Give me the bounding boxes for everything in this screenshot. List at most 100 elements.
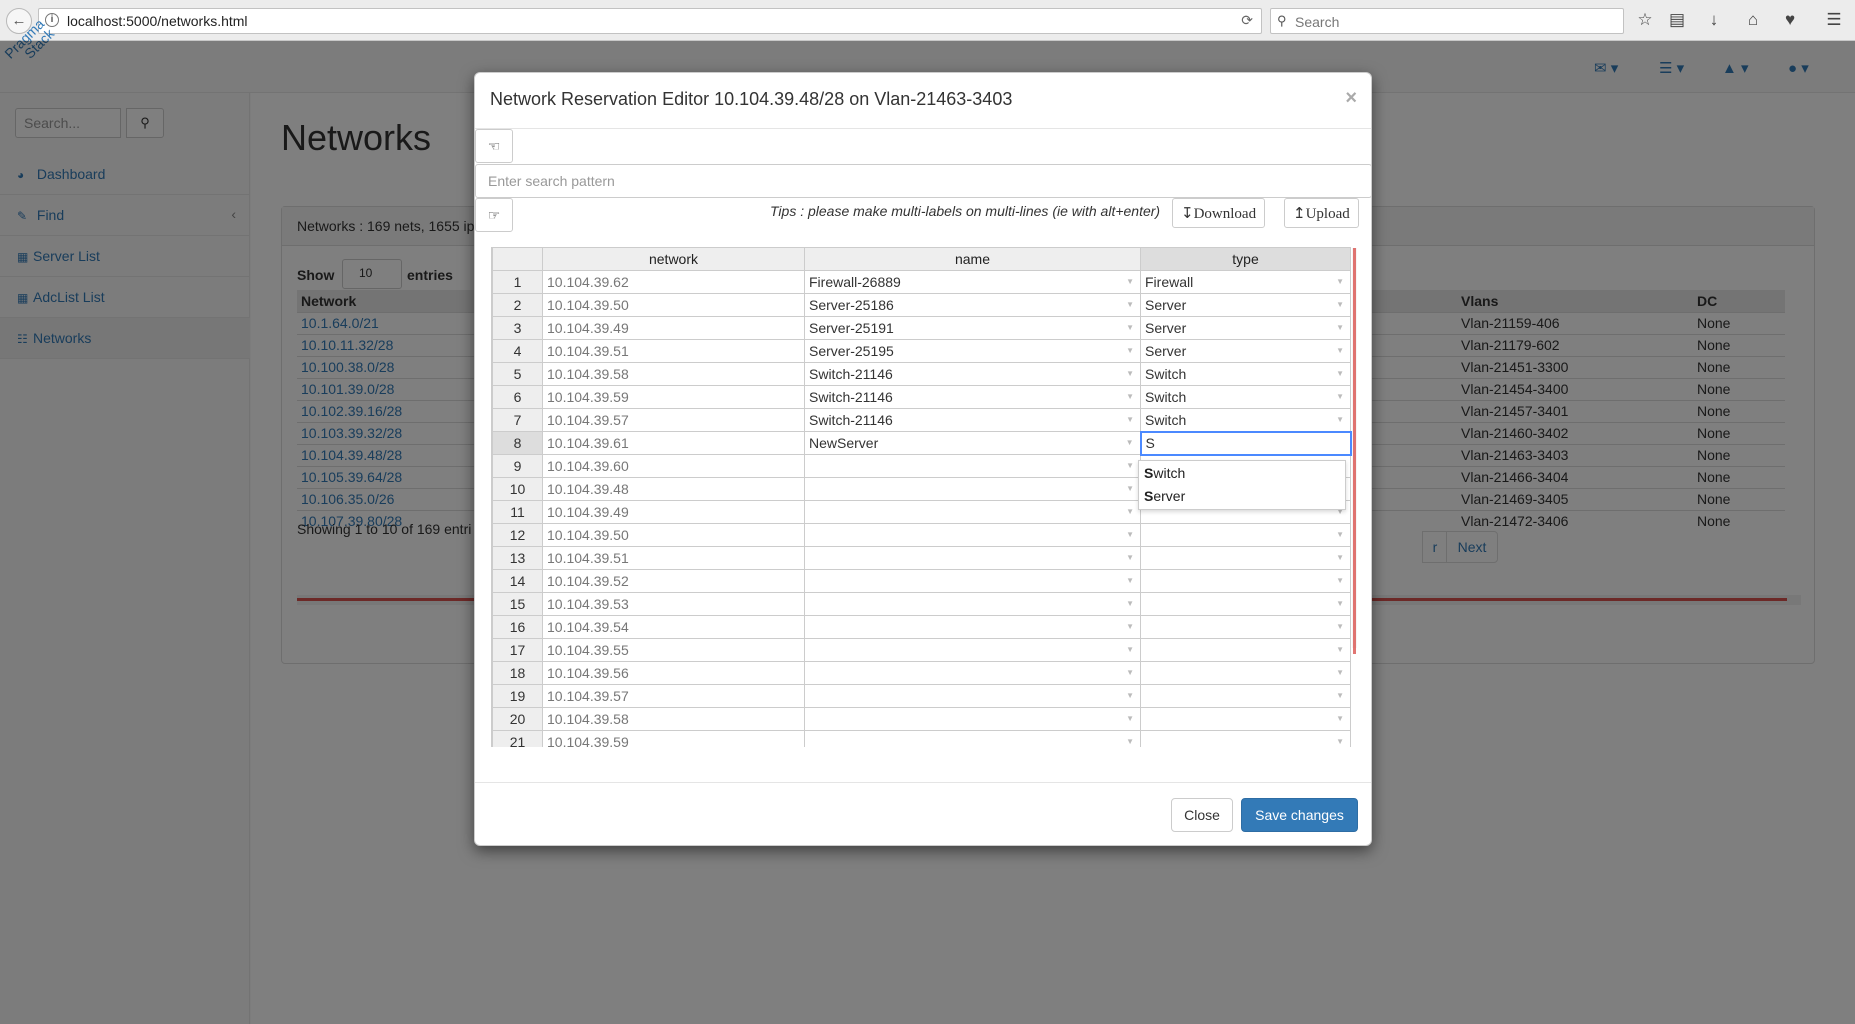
row-number[interactable]: 20 xyxy=(492,707,543,731)
network-cell[interactable]: 10.104.39.55 xyxy=(542,638,805,662)
name-cell[interactable]: ▼ xyxy=(804,638,1141,662)
name-cell[interactable]: Server-25186 ▼ xyxy=(804,293,1141,317)
network-cell[interactable]: 10.104.39.58 xyxy=(542,707,805,731)
name-cell[interactable]: NewServer ▼ xyxy=(804,431,1141,455)
dropdown-arrow-icon[interactable]: ▼ xyxy=(1336,576,1344,585)
dropdown-arrow-icon[interactable]: ▼ xyxy=(1336,300,1344,309)
pocket-icon[interactable]: ♥ xyxy=(1779,10,1801,30)
column-header-type[interactable]: type xyxy=(1140,247,1351,271)
upload-button[interactable]: ↥Upload xyxy=(1284,198,1359,228)
dropdown-arrow-icon[interactable]: ▼ xyxy=(1126,622,1134,631)
row-number[interactable]: 3 xyxy=(492,316,543,340)
network-cell[interactable]: 10.104.39.54 xyxy=(542,615,805,639)
row-number[interactable]: 13 xyxy=(492,546,543,570)
name-cell[interactable]: Server-25191 ▼ xyxy=(804,316,1141,340)
name-cell[interactable]: Server-25195 ▼ xyxy=(804,339,1141,363)
type-cell[interactable]: ▼ xyxy=(1140,592,1351,616)
row-number[interactable]: 6 xyxy=(492,385,543,409)
name-cell[interactable]: ▼ xyxy=(804,546,1141,570)
type-cell[interactable]: ▼ xyxy=(1140,638,1351,662)
network-cell[interactable]: 10.104.39.50 xyxy=(542,523,805,547)
column-header-name[interactable]: name xyxy=(804,247,1141,271)
home-icon[interactable]: ⌂ xyxy=(1742,10,1764,30)
menu-icon[interactable]: ☰ xyxy=(1823,10,1845,30)
dropdown-arrow-icon[interactable]: ▼ xyxy=(1336,323,1344,332)
network-cell[interactable]: 10.104.39.48 xyxy=(542,477,805,501)
type-cell[interactable]: Server ▼ xyxy=(1140,293,1351,317)
row-number[interactable]: 7 xyxy=(492,408,543,432)
reload-icon[interactable]: ⟳ xyxy=(1241,12,1253,29)
dropdown-arrow-icon[interactable]: ▼ xyxy=(1126,346,1134,355)
type-cell[interactable]: ▼ xyxy=(1140,730,1351,747)
row-number[interactable]: 21 xyxy=(492,730,543,747)
dropdown-arrow-icon[interactable]: ▼ xyxy=(1126,714,1134,723)
dropdown-arrow-icon[interactable]: ▼ xyxy=(1126,323,1134,332)
autocomplete-option-switch[interactable]: Switch xyxy=(1144,465,1185,481)
row-number[interactable]: 11 xyxy=(492,500,543,524)
network-cell[interactable]: 10.104.39.51 xyxy=(542,339,805,363)
corner-header[interactable] xyxy=(492,247,543,271)
dropdown-arrow-icon[interactable]: ▼ xyxy=(1336,369,1344,378)
column-header-network[interactable]: network xyxy=(542,247,805,271)
name-cell[interactable]: ▼ xyxy=(804,500,1141,524)
network-cell[interactable]: 10.104.39.49 xyxy=(542,500,805,524)
type-cell[interactable]: ▼ xyxy=(1140,684,1351,708)
row-number[interactable]: 15 xyxy=(492,592,543,616)
dropdown-arrow-icon[interactable]: ▼ xyxy=(1126,576,1134,585)
name-cell[interactable]: ▼ xyxy=(804,615,1141,639)
name-cell[interactable]: ▼ xyxy=(804,707,1141,731)
name-cell[interactable]: Switch-21146 ▼ xyxy=(804,385,1141,409)
network-cell[interactable]: 10.104.39.57 xyxy=(542,684,805,708)
name-cell[interactable]: ▼ xyxy=(804,454,1141,478)
dropdown-arrow-icon[interactable]: ▼ xyxy=(1336,553,1344,562)
name-cell[interactable]: Firewall-26889 ▼ xyxy=(804,270,1141,294)
network-cell[interactable]: 10.104.39.59 xyxy=(542,385,805,409)
download-icon[interactable]: ↓ xyxy=(1703,10,1725,30)
hand-left-button[interactable]: ☜ xyxy=(475,129,513,163)
row-number[interactable]: 1 xyxy=(492,270,543,294)
search-pattern-input[interactable]: Enter search pattern xyxy=(475,164,1372,198)
hand-right-button[interactable]: ☞ xyxy=(475,198,513,232)
bookmark-star-icon[interactable]: ☆ xyxy=(1634,10,1656,30)
network-cell[interactable]: 10.104.39.49 xyxy=(542,316,805,340)
network-cell[interactable]: 10.104.39.50 xyxy=(542,293,805,317)
name-cell[interactable]: ▼ xyxy=(804,730,1141,747)
dropdown-arrow-icon[interactable]: ▼ xyxy=(1126,645,1134,654)
url-bar[interactable]: i localhost:5000/networks.html ⟳ xyxy=(38,8,1262,34)
dropdown-arrow-icon[interactable]: ▼ xyxy=(1126,415,1134,424)
save-changes-button[interactable]: Save changes xyxy=(1241,798,1358,832)
dropdown-arrow-icon[interactable]: ▼ xyxy=(1126,553,1134,562)
close-button[interactable]: Close xyxy=(1171,798,1233,832)
dropdown-arrow-icon[interactable]: ▼ xyxy=(1126,599,1134,608)
row-number[interactable]: 2 xyxy=(492,293,543,317)
dropdown-arrow-icon[interactable]: ▼ xyxy=(1336,277,1344,286)
browser-search-field[interactable]: ⚲ Search xyxy=(1270,8,1624,34)
dropdown-arrow-icon[interactable]: ▼ xyxy=(1126,461,1134,470)
name-cell[interactable]: ▼ xyxy=(804,477,1141,501)
network-cell[interactable]: 10.104.39.62 xyxy=(542,270,805,294)
network-cell[interactable]: 10.104.39.51 xyxy=(542,546,805,570)
dropdown-arrow-icon[interactable]: ▼ xyxy=(1336,530,1344,539)
type-cell[interactable]: Server ▼ xyxy=(1140,316,1351,340)
type-cell[interactable]: Server ▼ xyxy=(1140,339,1351,363)
dropdown-arrow-icon[interactable]: ▼ xyxy=(1126,668,1134,677)
row-number[interactable]: 5 xyxy=(492,362,543,386)
row-number[interactable]: 12 xyxy=(492,523,543,547)
dropdown-arrow-icon[interactable]: ▼ xyxy=(1336,415,1344,424)
row-number[interactable]: 19 xyxy=(492,684,543,708)
network-cell[interactable]: 10.104.39.60 xyxy=(542,454,805,478)
type-cell[interactable]: ▼ xyxy=(1140,523,1351,547)
type-cell-editor[interactable]: S xyxy=(1139,430,1352,456)
type-cell[interactable]: ▼ xyxy=(1140,615,1351,639)
dropdown-arrow-icon[interactable]: ▼ xyxy=(1336,737,1344,746)
dropdown-arrow-icon[interactable]: ▼ xyxy=(1126,438,1134,447)
dropdown-arrow-icon[interactable]: ▼ xyxy=(1126,484,1134,493)
dropdown-arrow-icon[interactable]: ▼ xyxy=(1336,691,1344,700)
type-cell[interactable]: Switch ▼ xyxy=(1140,385,1351,409)
grid-scrollbar-thumb[interactable] xyxy=(1353,248,1356,654)
row-number[interactable]: 14 xyxy=(492,569,543,593)
network-cell[interactable]: 10.104.39.56 xyxy=(542,661,805,685)
row-number[interactable]: 8 xyxy=(492,431,543,455)
name-cell[interactable]: ▼ xyxy=(804,661,1141,685)
dropdown-arrow-icon[interactable]: ▼ xyxy=(1336,392,1344,401)
